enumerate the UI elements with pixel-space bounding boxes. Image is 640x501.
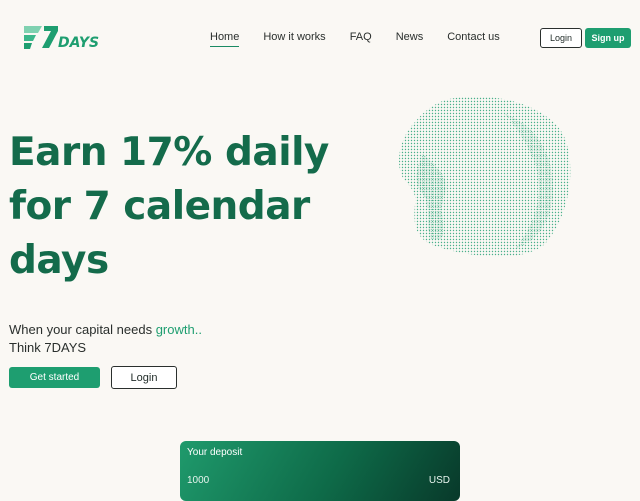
headline-line-1: Earn 17% daily	[9, 130, 329, 175]
hero-headline: Earn 17% daily for 7 calendar days	[9, 126, 339, 288]
tagline-line-2: Think 7DAYS	[9, 340, 87, 355]
get-started-button[interactable]: Get started	[9, 367, 100, 388]
nav-item-contact-us[interactable]: Contact us	[447, 31, 500, 47]
deposit-amount[interactable]: 1000	[187, 475, 209, 486]
header-signup-button[interactable]: Sign up	[585, 28, 631, 48]
hero-login-button[interactable]: Login	[111, 366, 177, 389]
7days-logo-icon[interactable]: DAYS	[22, 22, 106, 52]
deposit-title: Your deposit	[187, 447, 243, 458]
hero-tagline: When your capital needs growth.. Think 7…	[9, 321, 202, 357]
tagline-prefix: When your capital needs	[9, 322, 156, 337]
main-nav: Home How it works FAQ News Contact us	[210, 31, 524, 47]
nav-item-faq[interactable]: FAQ	[350, 31, 372, 47]
tagline-accent: growth..	[155, 322, 202, 337]
svg-text:DAYS: DAYS	[58, 35, 99, 51]
headline-line-3: days	[9, 238, 109, 283]
nav-item-home[interactable]: Home	[210, 31, 240, 47]
nav-item-how-it-works[interactable]: How it works	[263, 31, 325, 47]
deposit-card: Your deposit 1000 USD	[180, 441, 460, 501]
nav-item-news[interactable]: News	[396, 31, 424, 47]
dotted-3d-blob-illustration	[399, 96, 571, 257]
header-login-button[interactable]: Login	[540, 28, 582, 48]
headline-line-2: for 7 calendar	[9, 184, 310, 229]
deposit-currency[interactable]: USD	[429, 475, 450, 486]
